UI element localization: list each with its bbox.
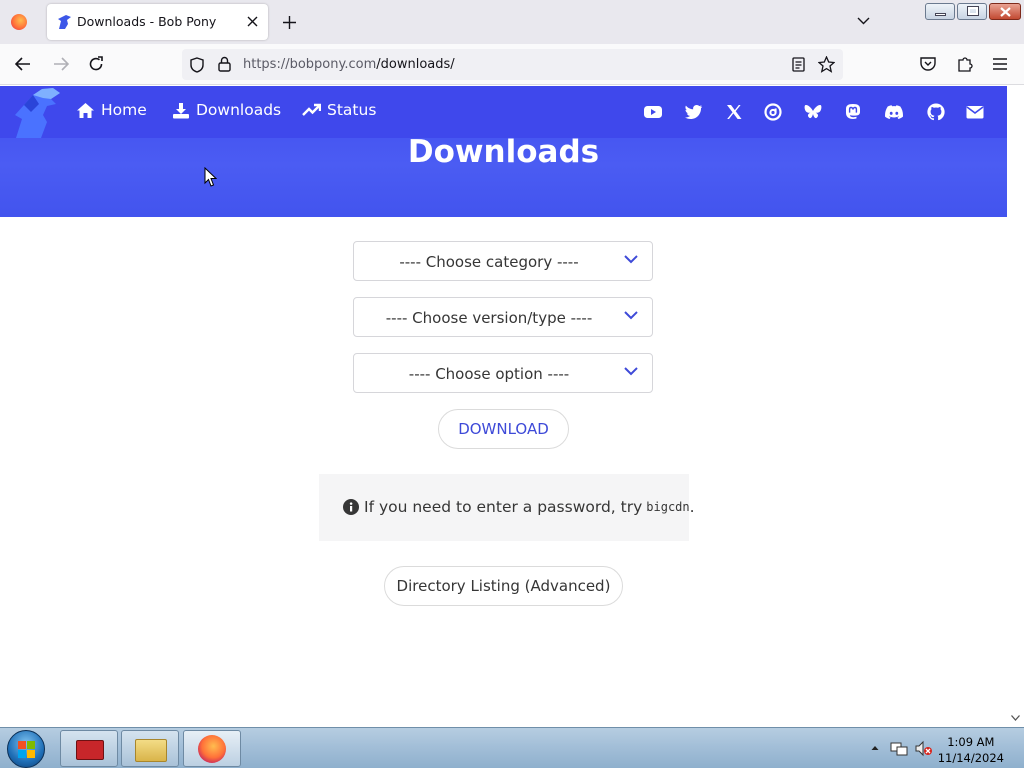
bookmark-star-icon[interactable] bbox=[818, 56, 835, 73]
mail-icon[interactable] bbox=[965, 102, 985, 122]
close-window-button[interactable] bbox=[989, 3, 1021, 20]
trending-up-icon bbox=[302, 103, 321, 116]
notice-suffix: . bbox=[689, 498, 695, 516]
firefox-icon bbox=[198, 735, 226, 763]
threads-icon[interactable] bbox=[763, 102, 783, 122]
extensions-puzzle-icon[interactable] bbox=[957, 55, 973, 72]
discord-icon[interactable] bbox=[884, 102, 904, 122]
back-arrow-icon[interactable] bbox=[15, 57, 31, 71]
chevron-down-icon bbox=[624, 367, 638, 376]
home-icon bbox=[77, 102, 94, 118]
password-notice: If you need to enter a password, try big… bbox=[319, 474, 695, 541]
folder-icon bbox=[135, 739, 167, 762]
mastodon-icon[interactable] bbox=[843, 102, 863, 122]
firefox-menu-icon[interactable] bbox=[11, 14, 27, 30]
mouse-cursor-icon bbox=[204, 167, 217, 187]
chevron-down-icon bbox=[624, 311, 638, 320]
info-circle-icon bbox=[343, 499, 359, 515]
version-type-select[interactable]: ---- Choose version/type ---- bbox=[353, 297, 653, 337]
reader-view-icon[interactable] bbox=[792, 57, 805, 72]
chevron-down-icon bbox=[624, 255, 638, 264]
taskbar-toolbox-app[interactable] bbox=[60, 730, 118, 767]
list-all-tabs-chevron-down-icon[interactable] bbox=[857, 17, 870, 25]
directory-listing-button[interactable]: Directory Listing (Advanced) bbox=[384, 566, 623, 606]
nav-home-link[interactable]: Home bbox=[76, 101, 147, 119]
minimize-button[interactable] bbox=[925, 3, 955, 20]
scroll-down-arrow-icon[interactable] bbox=[1011, 715, 1020, 721]
reload-icon[interactable] bbox=[88, 56, 104, 72]
volume-muted-icon[interactable] bbox=[915, 740, 933, 757]
x-icon[interactable] bbox=[724, 102, 744, 122]
new-tab-icon[interactable] bbox=[283, 16, 296, 29]
url-text[interactable]: https://bobpony.com/downloads/ bbox=[243, 57, 455, 72]
browser-tab-bar: Downloads - Bob Pony bbox=[0, 0, 1024, 44]
category-select[interactable]: ---- Choose category ---- bbox=[353, 241, 653, 281]
hamburger-menu-icon[interactable] bbox=[993, 58, 1007, 70]
tracking-protection-shield-icon[interactable] bbox=[190, 57, 204, 73]
twitter-icon[interactable] bbox=[684, 102, 704, 122]
restore-button[interactable] bbox=[957, 3, 987, 20]
pocket-icon[interactable] bbox=[920, 56, 936, 71]
taskbar-file-explorer[interactable] bbox=[121, 730, 179, 767]
site-favicon-icon bbox=[58, 15, 71, 29]
network-icon[interactable] bbox=[890, 740, 908, 757]
bobpony-logo-icon[interactable] bbox=[13, 86, 63, 138]
system-clock[interactable]: 1:09 AM 11/14/2024 bbox=[938, 734, 1004, 766]
taskbar-firefox[interactable] bbox=[183, 730, 241, 767]
close-tab-icon[interactable] bbox=[247, 16, 258, 27]
notice-text: If you need to enter a password, try bbox=[364, 498, 643, 516]
browser-navigation-bar: https://bobpony.com/downloads/ bbox=[0, 44, 1024, 85]
hero-banner: Home Downloads Status Downloads bbox=[0, 86, 1007, 217]
download-icon bbox=[173, 102, 189, 118]
password-code: bigcdn bbox=[646, 500, 690, 514]
forward-arrow-icon[interactable] bbox=[53, 57, 69, 71]
lock-icon[interactable] bbox=[218, 56, 231, 72]
tab-title: Downloads - Bob Pony bbox=[77, 14, 217, 29]
url-bar[interactable]: https://bobpony.com/downloads/ bbox=[182, 49, 843, 80]
clock-time: 1:09 AM bbox=[947, 735, 995, 749]
bluesky-icon[interactable] bbox=[803, 102, 823, 122]
windows-taskbar: 1:09 AM 11/14/2024 bbox=[0, 727, 1024, 768]
active-tab[interactable]: Downloads - Bob Pony bbox=[47, 4, 268, 40]
show-hidden-icons-chevron-icon[interactable] bbox=[871, 745, 879, 751]
option-select[interactable]: ---- Choose option ---- bbox=[353, 353, 653, 393]
github-icon[interactable] bbox=[926, 102, 946, 122]
download-button[interactable]: DOWNLOAD bbox=[438, 409, 569, 449]
page-title: Downloads bbox=[407, 134, 600, 170]
start-button[interactable] bbox=[7, 730, 45, 768]
youtube-icon[interactable] bbox=[643, 102, 663, 122]
nav-downloads-link[interactable]: Downloads bbox=[172, 101, 281, 119]
site-navbar: Home Downloads Status bbox=[0, 86, 1007, 138]
nav-status-link[interactable]: Status bbox=[302, 101, 376, 119]
clock-date: 11/14/2024 bbox=[937, 751, 1004, 765]
toolbox-icon bbox=[76, 740, 104, 760]
web-page: Home Downloads Status Downloads ---- Cho… bbox=[0, 86, 1007, 727]
page-scrollbar[interactable] bbox=[1007, 86, 1024, 727]
